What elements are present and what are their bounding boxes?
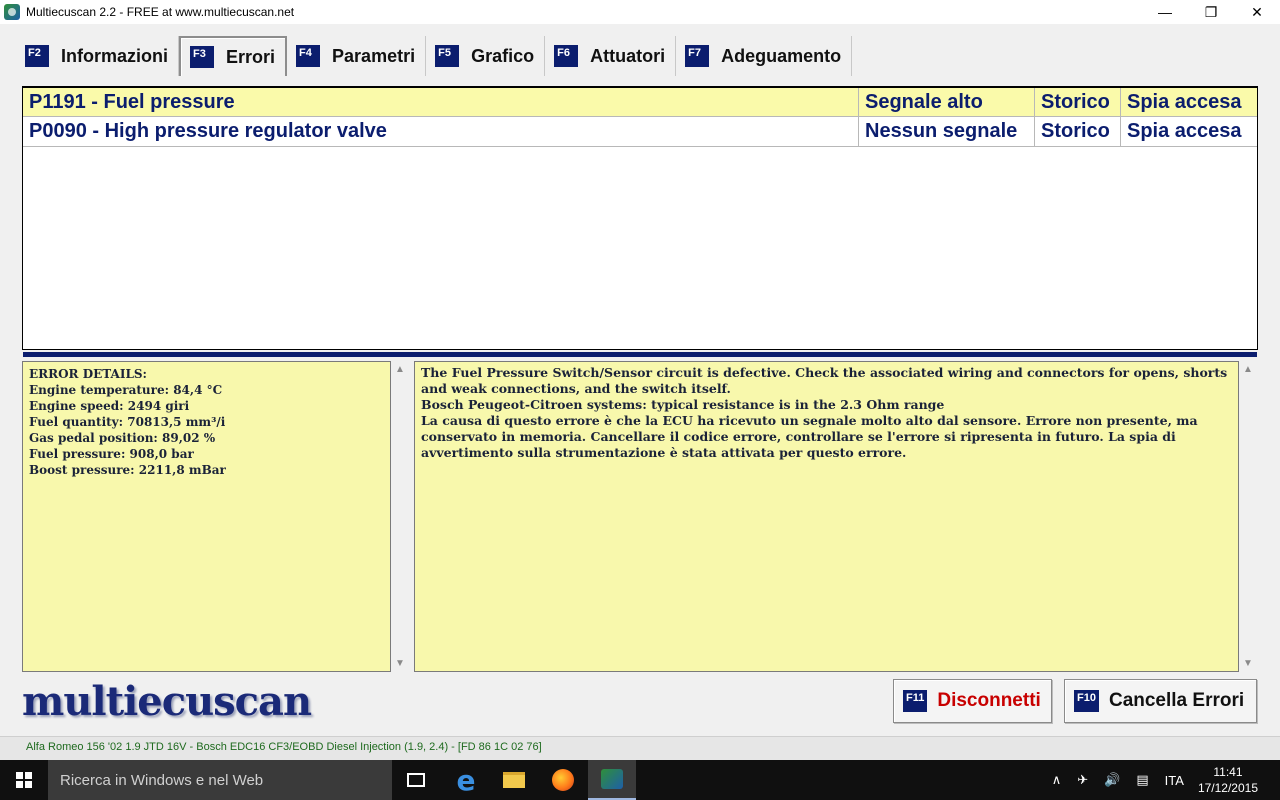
vehicle-status: Alfa Romeo 156 '02 1.9 JTD 16V - Bosch E… (26, 741, 542, 753)
details-line: Gas pedal position: 89,02 % (29, 431, 216, 445)
network-icon[interactable]: ✈ (1077, 772, 1088, 788)
search-placeholder: Ricerca in Windows e nel Web (60, 771, 264, 789)
app-client-area: F2 Informazioni F3 Errori F4 Parametri F… (0, 24, 1280, 736)
status-bar: Alfa Romeo 156 '02 1.9 JTD 16V - Bosch E… (0, 736, 1280, 760)
maximize-button[interactable]: ❐ (1188, 0, 1234, 24)
error-history-cell: Storico (1035, 88, 1121, 116)
firefox-button[interactable] (539, 760, 587, 800)
fkey-badge: F10 (1074, 690, 1099, 712)
multiecuscan-icon (601, 769, 623, 789)
disconnect-button[interactable]: F11 Disconnetti (893, 679, 1052, 723)
fkey-badge: F6 (554, 45, 579, 67)
error-row[interactable]: P0090 - High pressure regulator valve Ne… (23, 117, 1257, 147)
tab-adeguamento[interactable]: F7 Adeguamento (676, 36, 853, 76)
folder-icon (503, 772, 525, 788)
file-explorer-button[interactable] (490, 760, 538, 800)
description-paragraph: Bosch Peugeot-Citroen systems: typical r… (421, 397, 945, 412)
fkey-badge: F4 (296, 45, 321, 67)
fkey-badge: F2 (25, 45, 49, 67)
tab-label: Attuatori (590, 45, 666, 66)
firefox-icon (552, 769, 574, 791)
task-view-button[interactable] (392, 760, 440, 800)
tab-label: Adeguamento (721, 45, 842, 66)
edge-button[interactable]: e (442, 760, 490, 800)
scroll-down-icon[interactable]: ▼ (1243, 658, 1253, 669)
details-line: Boost pressure: 2211,8 mBar (29, 463, 226, 477)
minimize-button[interactable]: — (1142, 0, 1188, 24)
details-line: Engine temperature: 84,4 °C (29, 383, 223, 397)
disconnect-label: Disconnetti (937, 690, 1041, 711)
clock-time: 11:41 (1213, 765, 1243, 779)
fkey-badge: F11 (903, 690, 928, 712)
error-code-cell: P0090 - High pressure regulator valve (23, 117, 859, 146)
error-lamp-cell: Spia accesa (1127, 91, 1242, 113)
error-list: P1191 - Fuel pressure Segnale alto Stori… (22, 86, 1258, 357)
details-line: ERROR DETAILS: (29, 367, 147, 381)
fkey-badge: F5 (435, 45, 460, 67)
error-signal-cell: Nessun segnale (859, 117, 1035, 146)
tab-label: Errori (226, 46, 276, 67)
tab-attuatori[interactable]: F6 Attuatori (545, 36, 677, 76)
action-center-icon[interactable]: ▤ (1136, 772, 1148, 788)
fkey-badge: F3 (190, 46, 214, 68)
description-paragraph: La causa di questo errore è che la ECU h… (421, 413, 1198, 460)
task-view-icon (407, 773, 425, 787)
error-history-cell: Storico (1035, 117, 1121, 146)
windows-taskbar: Ricerca in Windows e nel Web e ∧ ✈ 🔊 ▤ I… (0, 760, 1280, 800)
tab-informazioni[interactable]: F2 Informazioni (16, 36, 179, 76)
splitter-bar[interactable] (23, 352, 1257, 357)
tab-errori[interactable]: F3 Errori (179, 36, 288, 76)
scroll-up-icon[interactable]: ▲ (395, 364, 405, 375)
details-line: Fuel pressure: 908,0 bar (29, 447, 194, 461)
details-line: Engine speed: 2494 giri (29, 399, 190, 413)
error-lamp-cell: Spia accesa (1127, 120, 1242, 142)
tab-grafico[interactable]: F5 Grafico (426, 36, 546, 76)
clear-errors-label: Cancella Errori (1108, 690, 1245, 711)
window-title: Multiecuscan 2.2 - FREE at www.multiecus… (26, 5, 295, 19)
description-paragraph: The Fuel Pressure Switch/Sensor circuit … (421, 365, 1228, 396)
windows-logo-icon (16, 772, 32, 788)
details-scrollbar[interactable]: ▲ ▼ (392, 364, 408, 669)
title-bar: Multiecuscan 2.2 - FREE at www.multiecus… (0, 0, 1280, 24)
error-details-panel: ERROR DETAILS: Engine temperature: 84,4 … (22, 361, 391, 672)
taskbar-search[interactable]: Ricerca in Windows e nel Web (48, 760, 392, 800)
start-button[interactable] (0, 760, 48, 800)
fkey-badge: F7 (685, 45, 710, 67)
main-tabs: F2 Informazioni F3 Errori F4 Parametri F… (16, 36, 853, 76)
app-icon (4, 4, 20, 20)
system-tray: ∧ ✈ 🔊 ▤ ITA 11:41 17/12/2015 (1044, 760, 1280, 800)
details-line: Fuel quantity: 70813,5 mm³/i (29, 415, 226, 429)
multiecuscan-taskbar-button[interactable] (588, 760, 636, 800)
error-code-cell: P1191 - Fuel pressure (23, 88, 859, 116)
scroll-down-icon[interactable]: ▼ (395, 658, 405, 669)
tray-chevron-icon[interactable]: ∧ (1052, 772, 1062, 788)
tab-label: Grafico (471, 45, 535, 66)
multiecuscan-logo: multiecuscan (22, 678, 312, 725)
description-scrollbar[interactable]: ▲ ▼ (1240, 364, 1256, 669)
tab-label: Informazioni (61, 45, 168, 66)
volume-icon[interactable]: 🔊 (1104, 772, 1120, 788)
close-button[interactable]: ✕ (1234, 0, 1280, 24)
clear-errors-button[interactable]: F10 Cancella Errori (1064, 679, 1257, 723)
language-indicator[interactable]: ITA (1165, 773, 1184, 788)
scroll-up-icon[interactable]: ▲ (1243, 364, 1253, 375)
taskbar-clock[interactable]: 11:41 17/12/2015 (1198, 764, 1258, 796)
tab-label: Parametri (332, 45, 416, 66)
error-row[interactable]: P1191 - Fuel pressure Segnale alto Stori… (23, 87, 1257, 117)
error-signal-cell: Segnale alto (859, 88, 1035, 116)
edge-icon: e (456, 763, 476, 797)
clock-date: 17/12/2015 (1197, 781, 1258, 795)
show-desktop-button[interactable] (1274, 760, 1280, 800)
tab-parametri[interactable]: F4 Parametri (287, 36, 427, 76)
window-controls: — ❐ ✕ (1142, 0, 1280, 24)
error-description-panel: The Fuel Pressure Switch/Sensor circuit … (414, 361, 1239, 672)
